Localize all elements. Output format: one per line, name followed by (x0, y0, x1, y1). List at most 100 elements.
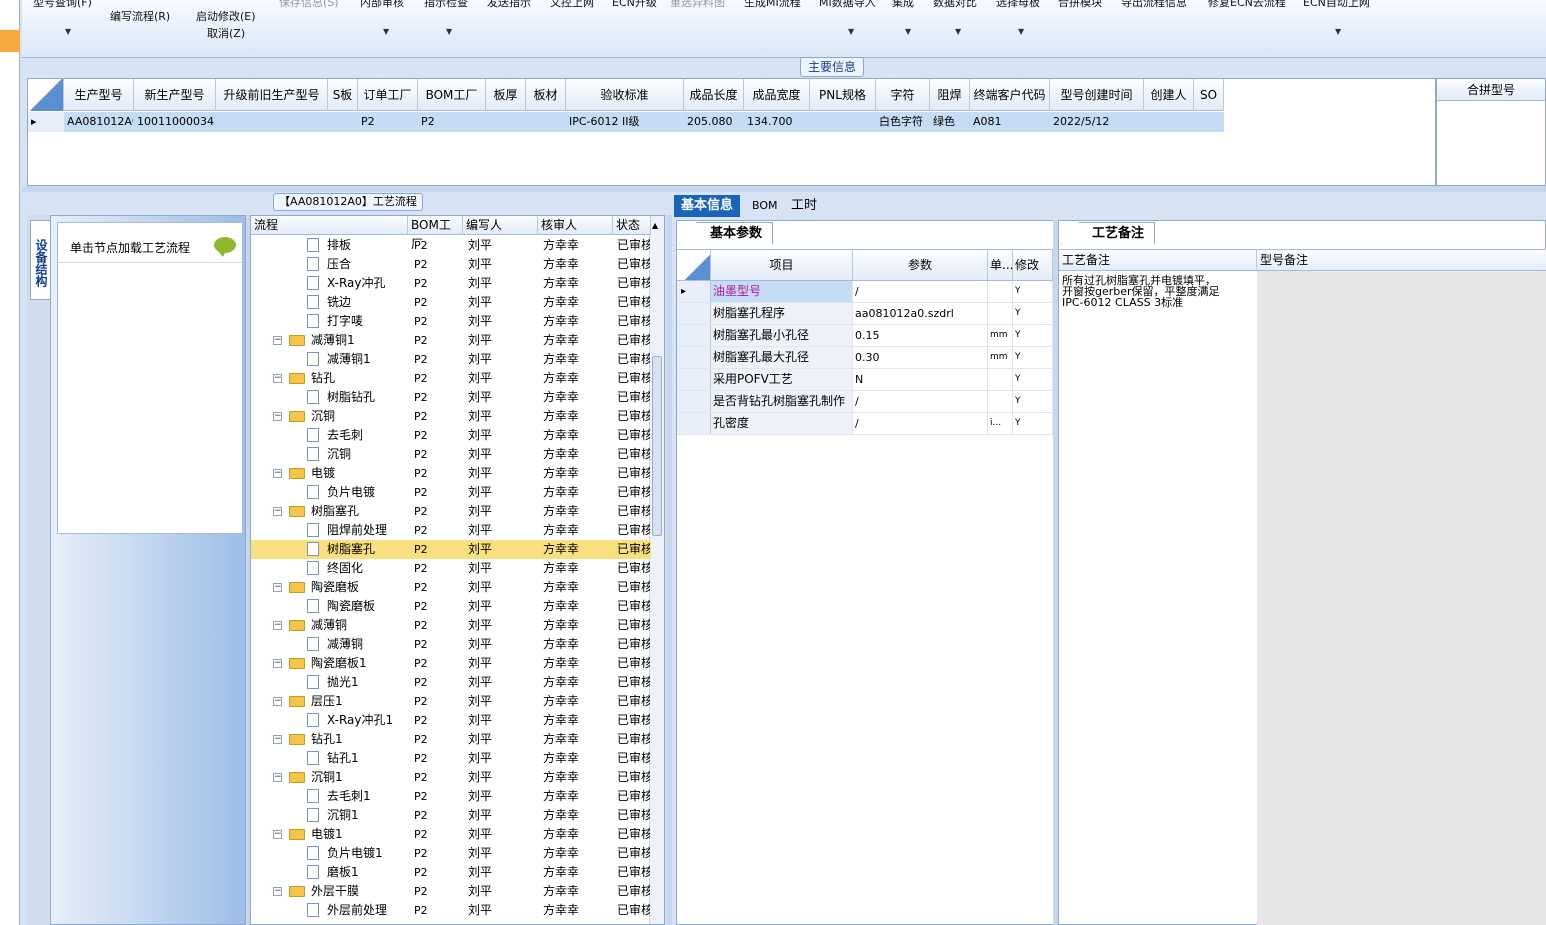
param-modify-cell[interactable]: Y (1013, 281, 1053, 302)
collapse-toggle-icon[interactable]: − (273, 412, 282, 421)
column-header[interactable]: 生产型号 (64, 79, 134, 111)
grid-cell[interactable] (526, 112, 566, 132)
collapse-toggle-icon[interactable]: − (273, 697, 282, 706)
ribbon-button[interactable]: 内部审核 (360, 0, 404, 10)
ribbon-button[interactable]: 型号查询(F) (33, 0, 92, 10)
grid-cell[interactable]: A081 (970, 112, 1050, 132)
chevron-down-icon[interactable]: ▼ (446, 27, 452, 36)
column-header[interactable]: 成品长度 (684, 79, 744, 111)
param-value-cell[interactable]: N (853, 369, 988, 390)
chevron-down-icon[interactable]: ▼ (65, 27, 71, 36)
flow-tree-row[interactable]: 减薄铜 P2 刘平 方幸幸 已审核 (251, 635, 651, 654)
param-modify-cell[interactable]: Y (1013, 303, 1053, 324)
flow-column-header[interactable]: 编写人 (463, 216, 538, 235)
flow-tree-row[interactable]: − 减薄铜1 P2 刘平 方幸幸 已审核 (251, 331, 651, 350)
ribbon-button[interactable]: 指示检查 (424, 0, 468, 10)
grid-cell[interactable]: 白色字符 (876, 112, 930, 132)
flow-column-header[interactable]: 状态 (613, 216, 651, 235)
param-value-cell[interactable]: 0.15 (853, 325, 988, 346)
flow-tree-row[interactable]: 沉铜 P2 刘平 方幸幸 已审核 (251, 445, 651, 464)
column-header[interactable]: 板材 (526, 79, 566, 111)
flow-tree-row[interactable]: 磨板1 P2 刘平 方幸幸 已审核 (251, 863, 651, 882)
flow-tree-row[interactable]: − 沉铜1 P2 刘平 方幸幸 已审核 (251, 768, 651, 787)
params-column-header[interactable]: 单... (988, 250, 1013, 280)
grid-cell[interactable]: 2022/5/12 (1050, 112, 1144, 132)
chevron-down-icon[interactable]: ▼ (1335, 27, 1341, 36)
ribbon-button[interactable]: 启动修改(E) (196, 8, 256, 24)
collapse-toggle-icon[interactable]: − (273, 374, 282, 383)
column-header[interactable]: 验收标准 (566, 79, 684, 111)
param-row[interactable]: 孔密度 / i... Y (677, 413, 1053, 435)
collapse-toggle-icon[interactable]: − (273, 583, 282, 592)
collapse-toggle-icon[interactable]: − (273, 830, 282, 839)
collapse-toggle-icon[interactable]: − (273, 336, 282, 345)
param-modify-cell[interactable]: Y (1013, 325, 1053, 346)
ribbon-button[interactable]: ECN升级 (612, 0, 657, 10)
grid-cell[interactable]: AA081012A0 (64, 112, 134, 132)
column-header[interactable]: 成品宽度 (744, 79, 810, 111)
param-row[interactable]: 树脂塞孔程序 aa081012a0.szdrl Y (677, 303, 1053, 325)
param-unit-cell[interactable]: i... (988, 413, 1013, 434)
flow-tree-row[interactable]: 负片电镀 P2 刘平 方幸幸 已审核 (251, 483, 651, 502)
chevron-down-icon[interactable]: ▼ (383, 27, 389, 36)
param-item-cell[interactable]: 树脂塞孔最小孔径 (711, 325, 853, 346)
ribbon-button[interactable]: 保存信息(S) (279, 0, 339, 10)
tree-scrollbar[interactable] (649, 216, 664, 924)
column-header[interactable]: 创建人 (1144, 79, 1194, 111)
ribbon-button[interactable]: 导出流程信息 (1121, 0, 1187, 10)
flow-tree-row[interactable]: − 层压1 P2 刘平 方幸幸 已审核 (251, 692, 651, 711)
collapse-toggle-icon[interactable]: − (273, 887, 282, 896)
column-header[interactable]: 升级前旧生产型号 (216, 79, 328, 111)
param-row[interactable]: 树脂塞孔最小孔径 0.15 mm Y (677, 325, 1053, 347)
param-row[interactable]: 是否背钻孔树脂塞孔制作 / Y (677, 391, 1053, 413)
param-value-cell[interactable]: aa081012a0.szdrl (853, 303, 988, 324)
flow-tree-row[interactable]: 排板 P2 刘平 方幸幸 已审核 (251, 236, 651, 255)
horizontal-splitter[interactable] (22, 186, 1546, 192)
chevron-down-icon[interactable]: ▼ (848, 27, 854, 36)
ribbon-button[interactable]: 数据对比 (933, 0, 977, 10)
tab-process-notes[interactable]: 工艺备注 (1061, 222, 1156, 244)
grid-cell[interactable]: 绿色 (930, 112, 970, 132)
column-header[interactable]: S板 (328, 79, 358, 111)
flow-tree-row[interactable]: − 树脂塞孔 P2 刘平 方幸幸 已审核 (251, 502, 651, 521)
grid-cell[interactable] (328, 112, 358, 132)
grid-cell[interactable] (216, 112, 328, 132)
flow-tree-row[interactable]: 抛光1 P2 刘平 方幸幸 已审核 (251, 673, 651, 692)
param-row[interactable]: 采用POFV工艺 N Y (677, 369, 1053, 391)
flow-tree-row[interactable]: − 钻孔 P2 刘平 方幸幸 已审核 (251, 369, 651, 388)
collapse-toggle-icon[interactable]: − (273, 773, 282, 782)
column-header[interactable]: 阻焊 (930, 79, 970, 111)
param-unit-cell[interactable] (988, 281, 1013, 302)
collapse-toggle-icon[interactable]: − (273, 469, 282, 478)
flow-tree-row[interactable]: 减薄铜1 P2 刘平 方幸幸 已审核 (251, 350, 651, 369)
ribbon-button[interactable]: 修复ECN去流程 (1208, 0, 1286, 10)
param-value-cell[interactable]: 0.30 (853, 347, 988, 368)
main-info-row[interactable]: ▸AA081012A010011000034277 P2P2 IPC-6012 II… (28, 112, 1224, 132)
scroll-thumb[interactable] (652, 356, 662, 536)
param-unit-cell[interactable] (988, 303, 1013, 324)
param-unit-cell[interactable]: mm (988, 347, 1013, 368)
params-column-header[interactable]: 参数 (853, 250, 988, 280)
param-item-cell[interactable]: 油墨型号 (711, 281, 853, 302)
ribbon-button[interactable]: 合拼模块 (1058, 0, 1102, 10)
flow-column-header[interactable]: 核审人 (538, 216, 613, 235)
center-splitter[interactable] (666, 215, 672, 925)
model-notes-area[interactable] (1257, 271, 1546, 925)
param-item-cell[interactable]: 采用POFV工艺 (711, 369, 853, 390)
ribbon-button[interactable]: 重选异料图 (670, 0, 725, 10)
flow-tree-row[interactable]: − 电镀 P2 刘平 方幸幸 已审核 (251, 464, 651, 483)
flow-tree-row[interactable]: − 陶瓷磨板 P2 刘平 方幸幸 已审核 (251, 578, 651, 597)
flow-tree-row[interactable]: 打字唛 P2 刘平 方幸幸 已审核 (251, 312, 651, 331)
chevron-down-icon[interactable]: ▼ (1018, 27, 1024, 36)
flow-tree-row[interactable]: 终固化 P2 刘平 方幸幸 已审核 (251, 559, 651, 578)
ribbon-button[interactable]: 发送指示 (487, 0, 531, 10)
collapse-toggle-icon[interactable]: − (273, 735, 282, 744)
tab-work-hours[interactable]: 工时 (784, 195, 824, 217)
ribbon-button[interactable]: 选择母板 (996, 0, 1040, 10)
param-modify-cell[interactable]: Y (1013, 347, 1053, 368)
param-item-cell[interactable]: 树脂塞孔程序 (711, 303, 853, 324)
param-unit-cell[interactable] (988, 391, 1013, 412)
flow-tree-row[interactable]: 负片电镀1 P2 刘平 方幸幸 已审核 (251, 844, 651, 863)
flow-tree-row[interactable]: 沉铜1 P2 刘平 方幸幸 已审核 (251, 806, 651, 825)
param-value-cell[interactable]: / (853, 281, 988, 302)
